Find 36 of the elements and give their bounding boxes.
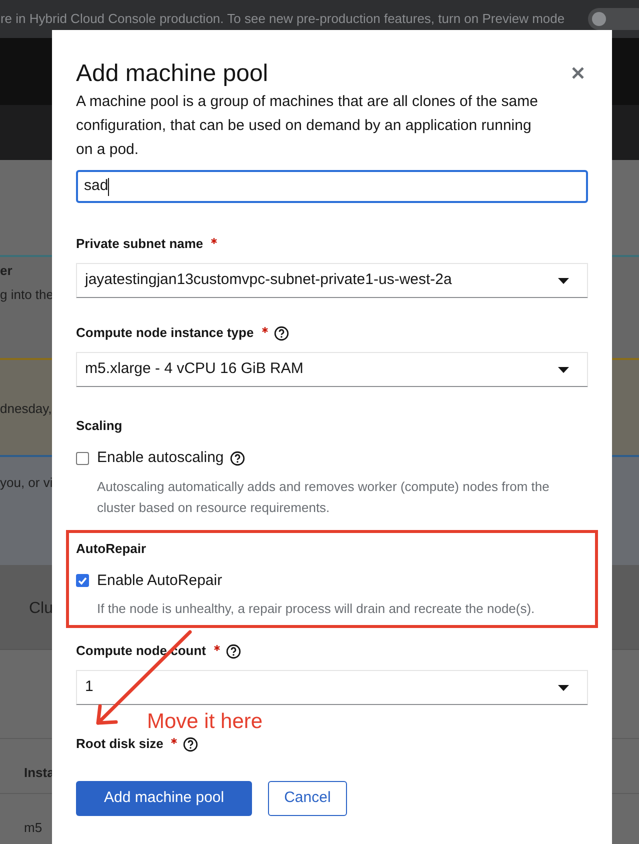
background-text: Clu bbox=[29, 599, 54, 619]
caret-icon bbox=[558, 684, 569, 690]
preview-toggle[interactable] bbox=[588, 8, 639, 30]
add-machine-pool-button[interactable]: Add machine pool bbox=[76, 781, 252, 816]
banner-text: 're in Hybrid Cloud Console production. To see new pre-production features, turn on Preview mode bbox=[0, 10, 565, 28]
checkbox[interactable] bbox=[76, 452, 89, 465]
close-icon[interactable] bbox=[572, 67, 584, 79]
caret-icon bbox=[558, 278, 569, 284]
background-text: dnesday, bbox=[0, 400, 52, 418]
background-text: m5 bbox=[24, 819, 42, 837]
field-label: Private subnet name bbox=[76, 235, 204, 254]
help-icon[interactable] bbox=[230, 450, 245, 466]
help-icon[interactable] bbox=[226, 644, 241, 658]
checkbox-description: Autoscaling automatically adds and removes worker (compute) nodes from the cluster based on resource requirements. bbox=[97, 478, 550, 517]
section-heading: AutoRepair bbox=[76, 540, 148, 558]
background-text: g into the bbox=[0, 286, 54, 304]
section-heading: Scaling bbox=[76, 417, 124, 435]
help-icon[interactable] bbox=[274, 326, 289, 340]
background-text: you, or vi bbox=[0, 474, 53, 492]
checkbox-label[interactable]: Enable autoscaling bbox=[97, 447, 224, 470]
checkbox[interactable] bbox=[76, 574, 89, 588]
select-dropdown[interactable]: jayatestingjan13customvpc-subnet-private1-us-west-2a bbox=[76, 263, 588, 298]
dialog-description: A machine pool is a group of machines that are all clones of the same configuration, that can be used on demand by an application running on a pod. bbox=[76, 92, 539, 160]
select-dropdown[interactable]: 1 bbox=[76, 670, 588, 705]
dialog-title: Add machine pool bbox=[76, 59, 268, 89]
caret-icon bbox=[558, 366, 569, 372]
select-dropdown[interactable]: m5.xlarge - 4 vCPU 16 GiB RAM bbox=[76, 352, 588, 387]
name-input-field[interactable]: sad bbox=[76, 170, 588, 203]
field-label: Root disk size bbox=[76, 735, 164, 754]
checkbox-description: If the node is unhealthy, a repair process will drain and recreate the node(s). bbox=[97, 600, 536, 618]
background-text: er bbox=[0, 262, 12, 280]
help-icon[interactable] bbox=[183, 736, 198, 752]
annotation-text: Move it here bbox=[147, 710, 263, 734]
field-label: Compute node instance type bbox=[76, 324, 254, 342]
checkbox-label[interactable]: Enable AutoRepair bbox=[97, 570, 222, 592]
cancel-button[interactable]: Cancel bbox=[268, 781, 347, 816]
